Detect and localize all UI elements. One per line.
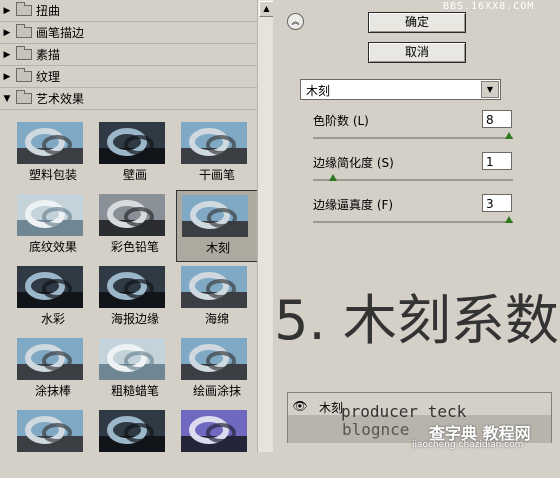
filter-preview-image bbox=[17, 410, 83, 452]
filter-preview-image bbox=[17, 122, 83, 164]
filter-preview-image bbox=[181, 410, 247, 452]
folder-icon bbox=[16, 2, 32, 16]
param-slider[interactable] bbox=[313, 216, 513, 223]
category-item[interactable]: ▶ 素描 bbox=[0, 44, 257, 66]
eye-icon[interactable]: 👁 bbox=[292, 398, 308, 414]
slider-knob[interactable] bbox=[328, 174, 337, 181]
filter-label: 干画笔 bbox=[198, 168, 235, 182]
filter-thumbnail[interactable]: 粗糙蜡笔 bbox=[94, 334, 176, 406]
filter-preview-image bbox=[99, 410, 165, 452]
filter-preview-image bbox=[99, 122, 165, 164]
filter-label: 底纹效果 bbox=[28, 240, 77, 254]
filter-label: 壁画 bbox=[122, 168, 147, 182]
ok-button[interactable]: 确定 bbox=[368, 12, 466, 33]
watermark-line1: producer teck bbox=[341, 402, 467, 421]
filter-thumbnail[interactable]: 干画笔 bbox=[176, 118, 258, 190]
cancel-button[interactable]: 取消 bbox=[368, 42, 466, 63]
folder-icon bbox=[16, 46, 32, 60]
filter-thumbnail[interactable]: 壁画 bbox=[94, 118, 176, 190]
filter-select[interactable]: 木刻 ▼ bbox=[300, 79, 501, 100]
filter-thumbnail[interactable]: 海报边缘 bbox=[94, 262, 176, 334]
filter-preview-image bbox=[99, 338, 165, 380]
filter-label: 绘画涂抹 bbox=[192, 384, 241, 398]
param-value-input[interactable]: 8 bbox=[482, 110, 512, 128]
filter-preview-image bbox=[181, 266, 247, 308]
collapsed-triangle-icon[interactable]: ▶ bbox=[0, 50, 14, 60]
category-label: 艺术效果 bbox=[36, 92, 85, 106]
filter-gallery-tree: ▶ 扭曲 ▶ 画笔描边 ▶ 素描 ▶ 纹理 ▼ 艺术效果 塑料包装 壁画 干画笔底纹效果 彩色铅笔 木刻水… bbox=[0, 0, 274, 452]
filter-thumbnail[interactable]: 彩色铅笔 bbox=[94, 190, 176, 262]
param-label: 边缘简化度 (S) bbox=[313, 156, 394, 170]
watermark-site-url: jiaocheng.chazidian.com bbox=[412, 440, 524, 450]
filter-label: 木刻 bbox=[205, 241, 230, 255]
filter-thumbnail[interactable] bbox=[94, 406, 176, 478]
folder-icon bbox=[16, 24, 32, 38]
filter-thumbnail[interactable]: 底纹效果 bbox=[12, 190, 94, 262]
filter-label: 海报边缘 bbox=[110, 312, 159, 326]
filter-preview-image bbox=[99, 194, 165, 236]
tree-scrollbar[interactable]: ▲ bbox=[257, 0, 274, 452]
filter-thumbnail[interactable]: 海绵 bbox=[176, 262, 258, 334]
filter-label: 海绵 bbox=[204, 312, 229, 326]
category-label: 纹理 bbox=[36, 70, 61, 84]
filter-preview-image bbox=[17, 266, 83, 308]
category-item[interactable]: ▼ 艺术效果 bbox=[0, 88, 257, 110]
filter-thumbnail[interactable] bbox=[176, 406, 258, 478]
double-chevron-up-icon[interactable]: ︽ bbox=[287, 13, 304, 30]
slider-knob[interactable] bbox=[505, 216, 513, 223]
expanded-triangle-icon[interactable]: ▼ bbox=[0, 94, 14, 104]
watermark-top: BBS.16XX8.COM bbox=[443, 1, 535, 12]
filter-thumbnail[interactable]: 塑料包装 bbox=[12, 118, 94, 190]
scroll-up-arrow-icon[interactable]: ▲ bbox=[259, 1, 274, 17]
param-value-input[interactable]: 1 bbox=[482, 152, 512, 170]
tutorial-caption: 5. 木刻系数 bbox=[274, 289, 559, 352]
filter-label: 塑料包装 bbox=[28, 168, 77, 182]
filter-settings-panel: ︽ 确定 取消 木刻 ▼ 色阶数 (L) 8 边缘简化度 (S) 1 边缘逼真度 (F)… bbox=[273, 0, 560, 452]
filter-preview-image bbox=[181, 338, 247, 380]
filter-thumbnail[interactable]: 绘画涂抹 bbox=[176, 334, 258, 406]
category-item[interactable]: ▶ 扭曲 bbox=[0, 0, 257, 22]
filter-preview-image bbox=[182, 195, 248, 237]
filter-select-value: 木刻 bbox=[306, 84, 331, 98]
folder-icon bbox=[16, 68, 32, 82]
filter-preview-image bbox=[17, 338, 83, 380]
filter-preview-image bbox=[99, 266, 165, 308]
category-item[interactable]: ▶ 画笔描边 bbox=[0, 22, 257, 44]
category-label: 扭曲 bbox=[36, 4, 61, 18]
folder-icon bbox=[16, 90, 32, 104]
chevron-down-icon[interactable]: ▼ bbox=[481, 81, 499, 98]
filter-label: 彩色铅笔 bbox=[110, 240, 159, 254]
filter-thumbnail[interactable]: 水彩 bbox=[12, 262, 94, 334]
filter-thumbnail[interactable]: 木刻 bbox=[176, 190, 258, 262]
param-slider[interactable] bbox=[313, 132, 513, 139]
collapsed-triangle-icon[interactable]: ▶ bbox=[0, 28, 14, 38]
category-item[interactable]: ▶ 纹理 bbox=[0, 66, 257, 88]
filter-preview-image bbox=[181, 122, 247, 164]
collapsed-triangle-icon[interactable]: ▶ bbox=[0, 6, 14, 16]
param-slider[interactable] bbox=[313, 174, 513, 181]
filter-thumbnail-grid: 塑料包装 壁画 干画笔底纹效果 彩色铅笔 木刻水彩 海报边缘 海绵涂抹棒 粗糙蜡笔 绘画涂抹 bbox=[0, 118, 258, 452]
slider-knob[interactable] bbox=[505, 132, 513, 139]
layer-name: 木刻 bbox=[319, 401, 344, 415]
category-label: 素描 bbox=[36, 48, 61, 62]
param-label: 边缘逼真度 (F) bbox=[313, 198, 394, 212]
param-value-input[interactable]: 3 bbox=[482, 194, 512, 212]
watermark-line2: blognce bbox=[342, 420, 410, 439]
filter-label: 粗糙蜡笔 bbox=[110, 384, 159, 398]
collapsed-triangle-icon[interactable]: ▶ bbox=[0, 72, 14, 82]
filter-thumbnail[interactable]: 涂抹棒 bbox=[12, 334, 94, 406]
filter-preview-image bbox=[17, 194, 83, 236]
category-label: 画笔描边 bbox=[36, 26, 85, 40]
filter-label: 水彩 bbox=[40, 312, 65, 326]
filter-label: 涂抹棒 bbox=[34, 384, 71, 398]
param-label: 色阶数 (L) bbox=[313, 114, 369, 128]
filter-thumbnail[interactable] bbox=[12, 406, 94, 478]
